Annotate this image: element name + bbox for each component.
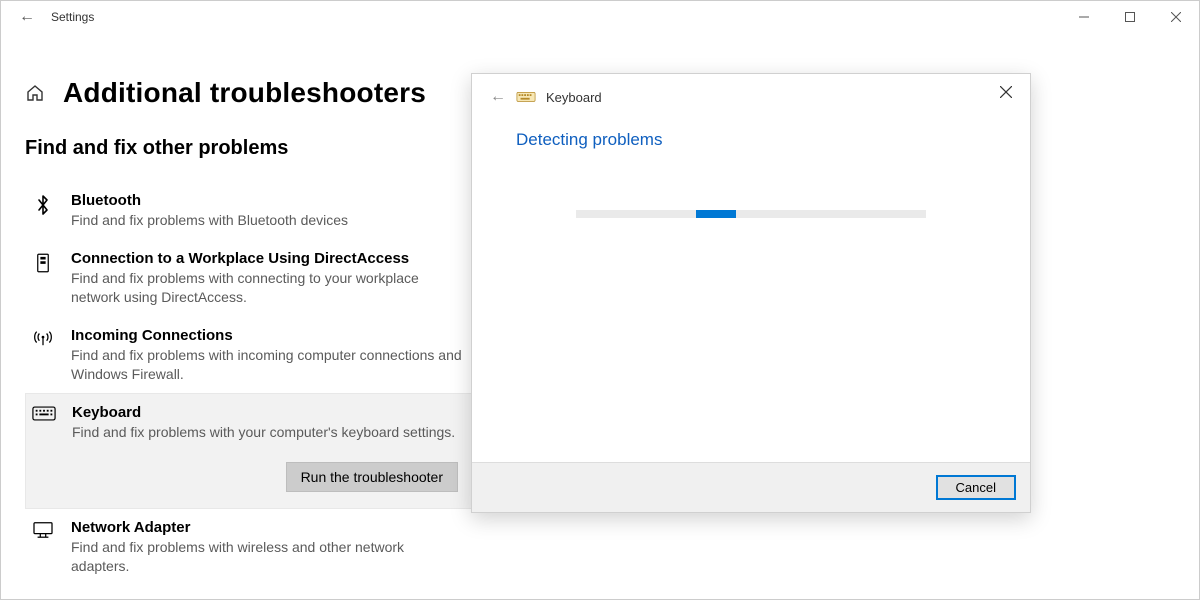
maximize-button[interactable] [1107,1,1153,33]
titlebar: ← Settings [1,1,1199,33]
close-button[interactable] [1153,1,1199,33]
progress-chunk [696,210,736,218]
troubleshooter-item-bluetooth[interactable]: Bluetooth Find and fix problems with Blu… [25,182,473,240]
troubleshooter-desc: Find and fix problems with Bluetooth dev… [71,211,465,230]
titlebar-title: Settings [49,10,94,24]
keyboard-small-icon [516,89,536,105]
dialog-title: Keyboard [546,90,602,105]
back-button[interactable]: ← [5,8,49,26]
window-controls [1061,1,1199,33]
troubleshooter-dialog: ← Keyboard Detecting problems Cancel [471,73,1031,513]
troubleshooter-list: Bluetooth Find and fix problems with Blu… [25,182,473,586]
troubleshooter-title: Incoming Connections [71,327,465,344]
dialog-footer: Cancel [472,462,1030,512]
troubleshooter-desc: Find and fix problems with wireless and … [71,538,465,576]
bluetooth-icon [29,192,57,230]
troubleshooter-desc: Find and fix problems with incoming comp… [71,346,465,384]
troubleshooter-item-incoming[interactable]: Incoming Connections Find and fix proble… [25,317,473,394]
dialog-back-button[interactable]: ← [490,88,506,106]
troubleshooter-desc: Find and fix problems with connecting to… [71,269,465,307]
page-title: Additional troubleshooters [63,77,426,109]
troubleshooter-title: Bluetooth [71,192,465,209]
antenna-icon [29,327,57,384]
monitor-icon [29,519,57,576]
dialog-body: Detecting problems [472,112,1030,462]
minimize-button[interactable] [1061,1,1107,33]
cancel-button[interactable]: Cancel [936,475,1016,500]
troubleshooter-title: Network Adapter [71,519,465,536]
run-troubleshooter-button[interactable]: Run the troubleshooter [286,462,458,492]
troubleshooter-item-network[interactable]: Network Adapter Find and fix problems wi… [25,509,473,586]
dialog-close-button[interactable] [986,78,1026,106]
dialog-status-text: Detecting problems [516,130,986,150]
keyboard-icon [30,404,58,442]
troubleshooter-item-keyboard[interactable]: Keyboard Find and fix problems with your… [25,393,473,509]
dialog-header: ← Keyboard [472,74,1030,112]
progress-bar [576,210,926,218]
run-button-row: Run the troubleshooter [30,456,464,498]
troubleshooter-desc: Find and fix problems with your computer… [72,423,464,442]
troubleshooter-title: Keyboard [72,404,464,421]
settings-window: ← Settings Additional troubleshooters Fi… [0,0,1200,600]
troubleshooter-item-directaccess[interactable]: Connection to a Workplace Using DirectAc… [25,240,473,317]
troubleshooter-title: Connection to a Workplace Using DirectAc… [71,250,465,267]
home-icon[interactable] [25,83,45,103]
workplace-icon [29,250,57,307]
